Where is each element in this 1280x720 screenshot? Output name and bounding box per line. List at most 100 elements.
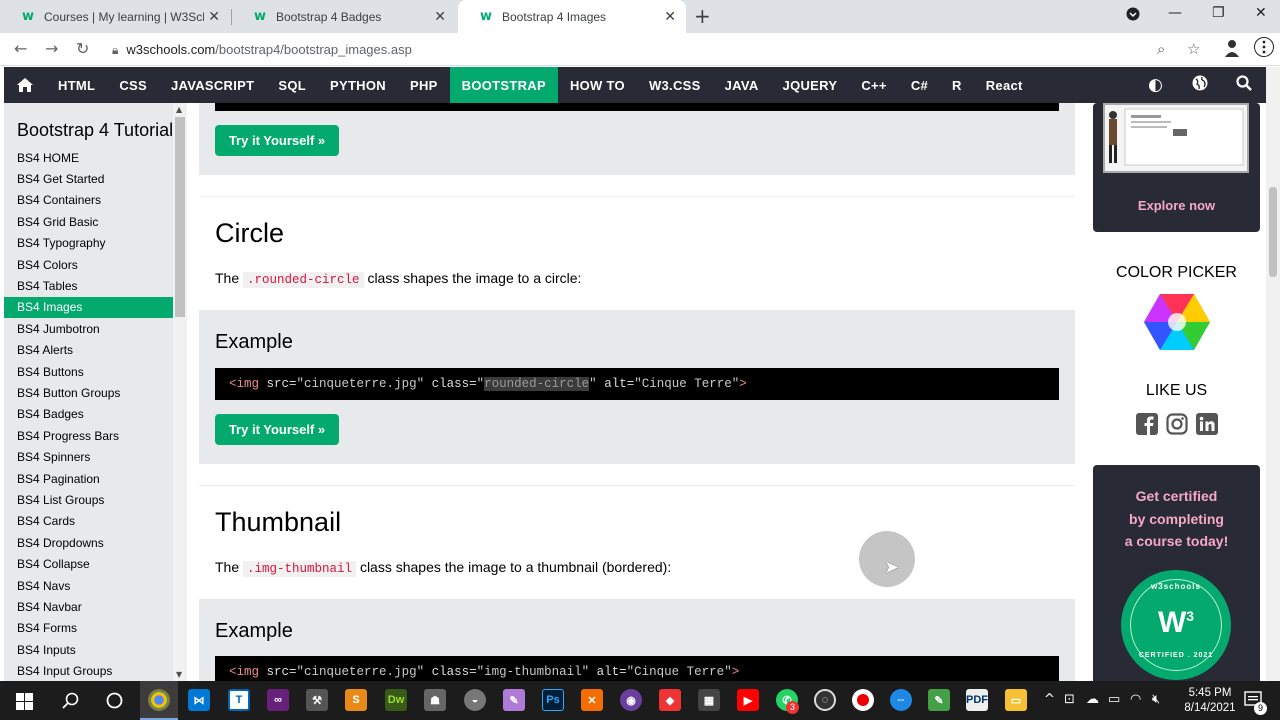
- code-snippet-circle[interactable]: <img src= "cinqueterre.jpg" class= " rounde…: [215, 368, 1059, 400]
- browser-tab-badges[interactable]: w Bootstrap 4 Badges ✕: [232, 0, 456, 33]
- facebook-icon[interactable]: [1136, 413, 1158, 440]
- battery-icon[interactable]: ▭: [1108, 692, 1120, 707]
- tray-app-icon[interactable]: ⊡: [1064, 692, 1075, 707]
- topnav-item-how-to[interactable]: HOW TO: [558, 67, 637, 103]
- sidebar-item-bs4-pagination[interactable]: BS4 Pagination: [4, 468, 173, 489]
- sidebar-item-bs4-badges[interactable]: BS4 Badges: [4, 404, 173, 425]
- sidebar-item-bs4-forms[interactable]: BS4 Forms: [4, 618, 173, 639]
- vscode-icon[interactable]: ⋈: [188, 689, 210, 711]
- close-tab-icon[interactable]: ✕: [208, 9, 220, 25]
- sidebar-item-bs4-navbar[interactable]: BS4 Navbar: [4, 596, 173, 617]
- github-icon[interactable]: ◉: [620, 689, 642, 711]
- theme-toggle-icon[interactable]: ◐: [1148, 75, 1163, 95]
- pdf-app-icon[interactable]: PDF: [966, 689, 988, 711]
- tabular-app-icon[interactable]: T: [228, 689, 250, 711]
- xampp-icon[interactable]: ✕: [581, 689, 603, 711]
- sidebar-item-bs4-get-started[interactable]: BS4 Get Started: [4, 168, 173, 189]
- cloud-app-icon[interactable]: ◒: [464, 689, 486, 711]
- tray-overflow-icon[interactable]: ^: [1044, 692, 1055, 707]
- teamviewer-icon[interactable]: ⇔: [890, 689, 912, 711]
- search-icon[interactable]: [1236, 75, 1252, 96]
- code-snippet-thumbnail[interactable]: <img src= "cinqueterre.jpg" class= "img-th…: [215, 656, 1059, 681]
- sidebar-item-bs4-list-groups[interactable]: BS4 List Groups: [4, 489, 173, 510]
- sidebar-item-bs4-collapse[interactable]: BS4 Collapse: [4, 553, 173, 574]
- browser-tab-courses[interactable]: w Courses | My learning | W3Schoo ✕: [0, 0, 230, 33]
- sidebar-item-bs4-inputs[interactable]: BS4 Inputs: [4, 639, 173, 660]
- youtube-icon[interactable]: ▶: [737, 689, 759, 711]
- topnav-item-javascript[interactable]: JAVASCRIPT: [159, 67, 266, 103]
- home-icon[interactable]: [4, 67, 46, 103]
- volume-muted-icon[interactable]: 🔇︎: [1152, 692, 1160, 707]
- topnav-item-jquery[interactable]: JQUERY: [771, 67, 850, 103]
- sidebar-item-bs4-input-groups[interactable]: BS4 Input Groups: [4, 660, 173, 681]
- color-picker-hexagon-icon[interactable]: [1144, 292, 1210, 357]
- sidebar-item-bs4-jumbotron[interactable]: BS4 Jumbotron: [4, 318, 173, 339]
- maximize-icon[interactable]: ❐: [1212, 5, 1225, 21]
- topnav-item-html[interactable]: HTML: [46, 67, 107, 103]
- visual-studio-icon[interactable]: ∞: [267, 689, 289, 711]
- topnav-item-c[interactable]: C++: [849, 67, 898, 103]
- scroll-up-arrow-icon[interactable]: ▲: [176, 105, 182, 114]
- calculator-icon[interactable]: ▦: [698, 689, 720, 711]
- minimize-icon[interactable]: —: [1168, 5, 1182, 21]
- zoom-icon[interactable]: ⌕: [1157, 40, 1165, 58]
- sidebar-item-bs4-tables[interactable]: BS4 Tables: [4, 275, 173, 296]
- page-scroll-thumb[interactable]: [1269, 187, 1277, 277]
- sidebar-item-bs4-progress-bars[interactable]: BS4 Progress Bars: [4, 425, 173, 446]
- people-app-icon[interactable]: ☗: [424, 689, 446, 711]
- page-scrollbar[interactable]: [1266, 67, 1280, 681]
- browser-tab-images[interactable]: w Bootstrap 4 Images ✕: [458, 0, 686, 33]
- taskbar-clock[interactable]: 5:45 PM 8/14/2021: [1180, 686, 1240, 716]
- sidebar-item-bs4-colors[interactable]: BS4 Colors: [4, 254, 173, 275]
- sidebar-scrollbar[interactable]: ▲ ▼: [173, 103, 187, 681]
- taskbar-search-icon[interactable]: [62, 692, 79, 714]
- record-icon[interactable]: [852, 689, 874, 711]
- linkedin-icon[interactable]: [1196, 413, 1218, 440]
- photoshop-icon[interactable]: Ps: [542, 689, 564, 711]
- sidebar-item-bs4-images[interactable]: BS4 Images: [4, 296, 173, 319]
- paint-app-icon[interactable]: ✎: [503, 689, 525, 711]
- topnav-item-react[interactable]: React: [974, 67, 1035, 103]
- onedrive-icon[interactable]: ☁: [1086, 692, 1099, 707]
- topnav-item-python[interactable]: PYTHON: [318, 67, 398, 103]
- topnav-item-w3-css[interactable]: W3.CSS: [637, 67, 713, 103]
- close-window-icon[interactable]: ✕: [1255, 5, 1267, 21]
- sidebar-item-bs4-cards[interactable]: BS4 Cards: [4, 511, 173, 532]
- file-explorer-icon[interactable]: ▭: [1005, 689, 1027, 711]
- anydesk-icon[interactable]: ◆: [659, 689, 681, 711]
- bookmark-star-icon[interactable]: ☆: [1187, 40, 1200, 58]
- cortana-icon[interactable]: [106, 692, 123, 714]
- try-it-yourself-button[interactable]: Try it Yourself »: [215, 414, 339, 445]
- sidebar-scroll-thumb[interactable]: [175, 117, 185, 317]
- sidebar-item-bs4-spinners[interactable]: BS4 Spinners: [4, 446, 173, 467]
- certification-promo-box[interactable]: Get certified by completing a course tod…: [1093, 465, 1260, 681]
- profile-avatar[interactable]: [1223, 38, 1241, 62]
- topnav-item-c[interactable]: C#: [899, 67, 940, 103]
- sidebar-item-bs4-dropdowns[interactable]: BS4 Dropdowns: [4, 532, 173, 553]
- windows-start-icon[interactable]: [16, 693, 33, 715]
- topnav-item-bootstrap[interactable]: BOOTSTRAP: [449, 67, 558, 103]
- back-icon[interactable]: ←: [14, 39, 27, 58]
- browser-menu-icon[interactable]: [1254, 37, 1274, 61]
- try-it-yourself-button[interactable]: Try it Yourself »: [215, 125, 339, 156]
- sidebar-item-bs4-containers[interactable]: BS4 Containers: [4, 190, 173, 211]
- sidebar-item-bs4-typography[interactable]: BS4 Typography: [4, 233, 173, 254]
- url-field[interactable]: 🔒︎ w3schools.com/bootstrap4/bootstrap_ima…: [112, 42, 412, 58]
- obs-icon[interactable]: ◌: [814, 689, 836, 711]
- topnav-item-php[interactable]: PHP: [398, 67, 450, 103]
- sidebar-item-bs4-navs[interactable]: BS4 Navs: [4, 575, 173, 596]
- close-tab-icon[interactable]: ✕: [664, 9, 676, 25]
- tool-app-icon[interactable]: ⚒: [306, 689, 328, 711]
- wifi-icon[interactable]: ◠: [1130, 692, 1141, 707]
- new-tab-icon[interactable]: +: [694, 4, 711, 28]
- notes-app-icon[interactable]: ✎: [928, 689, 950, 711]
- profile-menu-icon[interactable]: [1126, 7, 1140, 25]
- reload-icon[interactable]: ↻: [76, 39, 89, 58]
- topnav-item-css[interactable]: CSS: [107, 67, 159, 103]
- sidebar-item-bs4-buttons[interactable]: BS4 Buttons: [4, 361, 173, 382]
- sidebar-item-bs4-home[interactable]: BS4 HOME: [4, 147, 173, 168]
- sidebar-item-bs4-alerts[interactable]: BS4 Alerts: [4, 340, 173, 361]
- topnav-item-sql[interactable]: SQL: [266, 67, 318, 103]
- topnav-item-r[interactable]: R: [940, 67, 974, 103]
- globe-icon[interactable]: [1192, 75, 1208, 96]
